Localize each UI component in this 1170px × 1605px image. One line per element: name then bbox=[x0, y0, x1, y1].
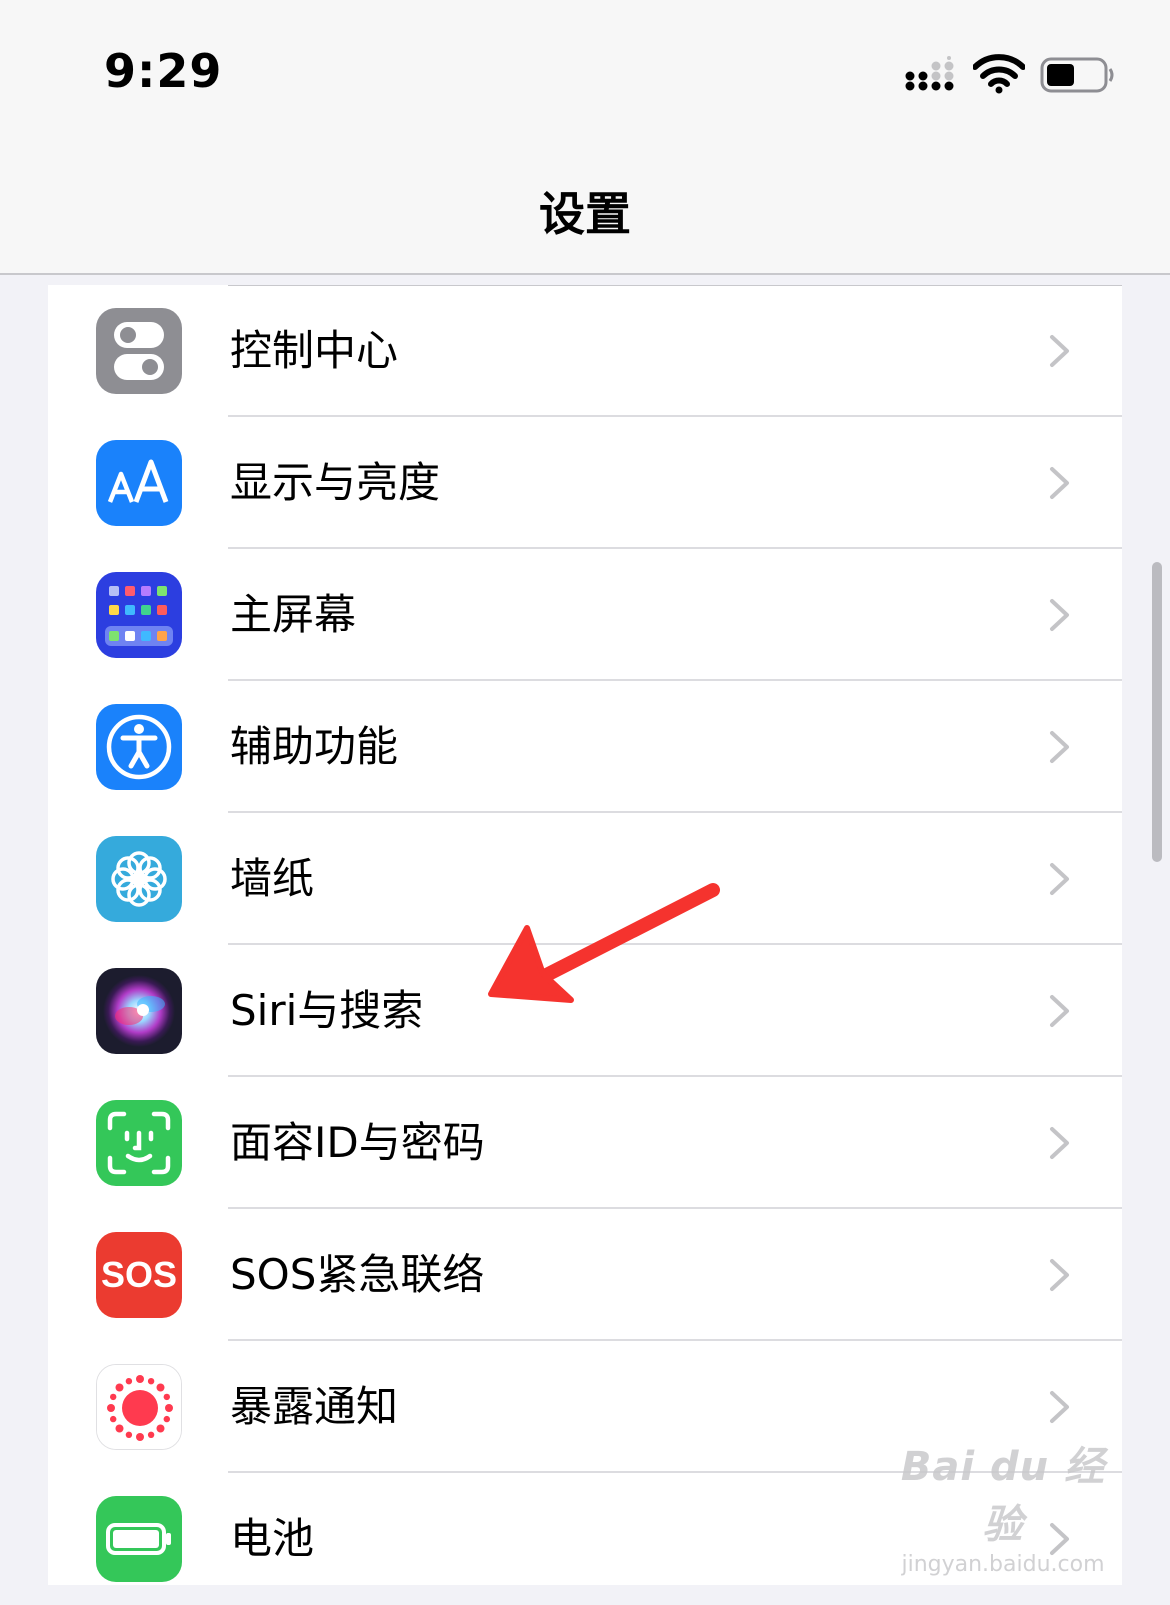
baidu-watermark: Bai du 经验 jingyan.baidu.com bbox=[898, 1434, 1108, 1577]
wifi-icon bbox=[973, 54, 1025, 94]
face-id-icon bbox=[96, 1100, 182, 1186]
navigation-bar: 设置 bbox=[0, 130, 1170, 275]
settings-item-face-id[interactable]: 面容ID与密码 bbox=[48, 1077, 1122, 1209]
battery-icon bbox=[1040, 57, 1114, 93]
status-bar: 9:29 bbox=[0, 0, 1170, 130]
settings-item-label: 暴露通知 bbox=[230, 1382, 399, 1431]
settings-item-label: 墙纸 bbox=[230, 854, 315, 903]
watermark-url: jingyan.baidu.com bbox=[901, 1552, 1105, 1577]
scrollbar[interactable] bbox=[1152, 562, 1162, 862]
watermark-logo: Bai du 经验 bbox=[900, 1444, 1106, 1548]
chevron-right-icon bbox=[1050, 995, 1069, 1027]
settings-item-label: 电池 bbox=[230, 1514, 315, 1563]
exposure-notification-icon bbox=[96, 1364, 182, 1450]
accessibility-icon bbox=[96, 704, 182, 790]
settings-item-label: SOS紧急联络 bbox=[230, 1250, 485, 1299]
chevron-right-icon bbox=[1050, 1391, 1069, 1423]
settings-item-label: 控制中心 bbox=[230, 326, 399, 375]
chevron-right-icon bbox=[1050, 863, 1069, 895]
cellular-signal-icon bbox=[905, 56, 954, 91]
chevron-right-icon bbox=[1050, 1259, 1069, 1291]
home-screen-icon bbox=[96, 572, 182, 658]
settings-item-display-brightness[interactable]: 显示与亮度 bbox=[48, 417, 1122, 549]
settings-item-accessibility[interactable]: 辅助功能 bbox=[48, 681, 1122, 813]
chevron-right-icon bbox=[1050, 467, 1069, 499]
sos-icon: SOS bbox=[96, 1232, 182, 1318]
settings-item-label: 辅助功能 bbox=[230, 722, 399, 771]
chevron-right-icon bbox=[1050, 335, 1069, 367]
chevron-right-icon bbox=[1050, 599, 1069, 631]
chevron-right-icon bbox=[1050, 1127, 1069, 1159]
settings-item-home-screen[interactable]: 主屏幕 bbox=[48, 549, 1122, 681]
battery-settings-icon bbox=[96, 1496, 182, 1582]
siri-icon bbox=[96, 968, 182, 1054]
status-time: 9:29 bbox=[104, 44, 223, 98]
svg-text:SOS: SOS bbox=[101, 1254, 177, 1295]
control-center-icon bbox=[96, 308, 182, 394]
settings-item-control-center[interactable]: 控制中心 bbox=[48, 285, 1122, 417]
settings-item-label: Siri与搜索 bbox=[230, 986, 424, 1035]
settings-item-emergency-sos[interactable]: SOS SOS紧急联络 bbox=[48, 1209, 1122, 1341]
settings-item-label: 显示与亮度 bbox=[230, 458, 441, 507]
chevron-right-icon bbox=[1050, 731, 1069, 763]
red-arrow-icon bbox=[488, 883, 720, 1003]
page-title: 设置 bbox=[539, 187, 631, 241]
display-brightness-icon bbox=[96, 440, 182, 526]
wallpaper-icon bbox=[96, 836, 182, 922]
settings-item-label: 面容ID与密码 bbox=[230, 1118, 485, 1167]
settings-item-label: 主屏幕 bbox=[230, 590, 357, 639]
